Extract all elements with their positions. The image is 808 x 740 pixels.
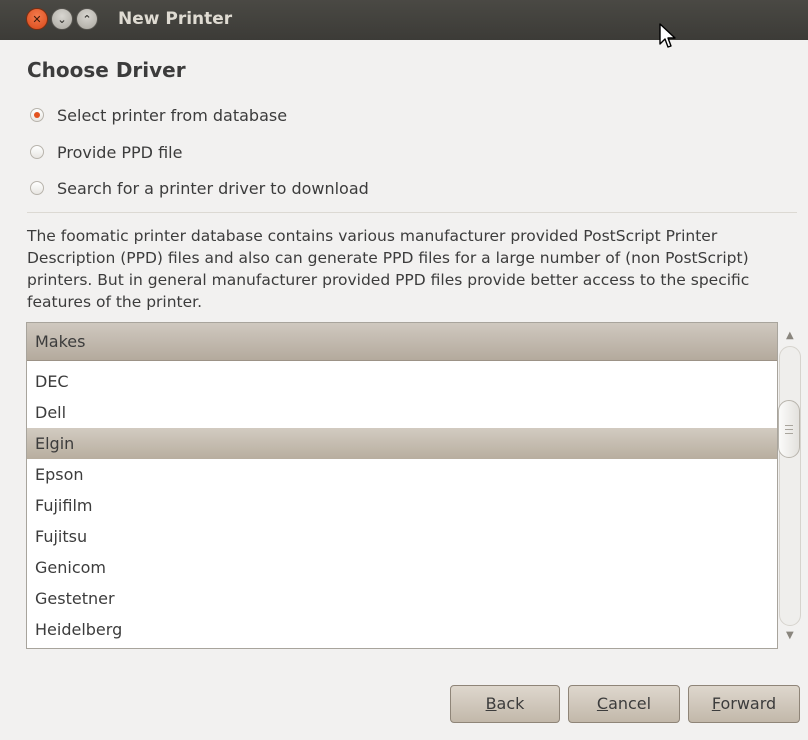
radio-label: Provide PPD file [57,142,183,162]
scroll-down-icon[interactable]: ▼ [786,630,794,641]
list-item[interactable]: Heidelberg [27,614,777,645]
forward-button[interactable]: Forward [688,685,800,723]
mouse-cursor-icon [659,23,676,48]
scrollbar-thumb[interactable] [778,400,800,458]
list-item[interactable]: Fujitsu [27,521,777,552]
close-icon[interactable]: ✕ [26,8,48,30]
list-item[interactable]: Genicom [27,552,777,583]
window-titlebar[interactable]: ✕ ⌄ ⌃ New Printer [0,0,808,40]
list-item-selected[interactable]: Elgin [27,428,777,459]
radio-checked-icon[interactable] [30,108,44,122]
list-item[interactable]: DEC [27,366,777,397]
list-item[interactable]: Gestetner [27,583,777,614]
separator [27,212,797,213]
radio-provide-ppd-file[interactable]: Provide PPD file [30,140,182,164]
cancel-button[interactable]: Cancel [568,685,680,723]
list-item[interactable]: Fujifilm [27,490,777,521]
maximize-icon[interactable]: ⌃ [76,8,98,30]
grip-line [785,424,793,426]
makes-column-header[interactable]: Makes [27,323,777,361]
radio-unchecked-icon[interactable] [30,181,44,195]
description-text: The foomatic printer database contains v… [27,227,750,311]
window-title: New Printer [118,9,233,29]
page-title: Choose Driver [27,58,186,82]
radio-search-driver-download[interactable]: Search for a printer driver to download [30,176,369,200]
scrollbar-track[interactable] [779,346,801,626]
makes-list[interactable]: Makes DEC Dell Elgin Epson Fujifilm Fuji… [26,322,778,649]
radio-label: Search for a printer driver to download [57,178,369,198]
makes-list-rows: DEC Dell Elgin Epson Fujifilm Fujitsu Ge… [27,366,777,645]
list-item[interactable]: Dell [27,397,777,428]
grip-line [785,428,793,430]
radio-unchecked-icon[interactable] [30,145,44,159]
radio-label: Select printer from database [57,105,288,125]
minimize-icon[interactable]: ⌄ [51,8,73,30]
radio-select-from-database[interactable]: Select printer from database [30,103,287,127]
list-item[interactable]: Epson [27,459,777,490]
grip-line [785,432,793,434]
scroll-up-icon[interactable]: ▲ [786,330,794,341]
back-button[interactable]: Back [450,685,560,723]
